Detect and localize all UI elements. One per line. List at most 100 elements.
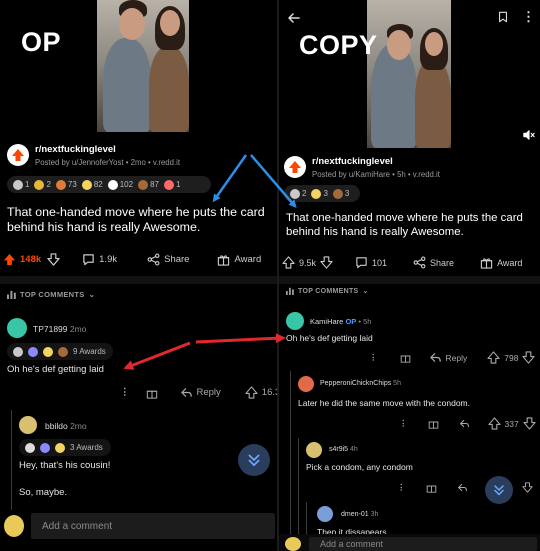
gift-icon[interactable] — [400, 352, 411, 363]
gift-icon[interactable] — [146, 387, 158, 399]
comment-author[interactable]: bbildo 2mo — [45, 421, 87, 431]
downvote-icon[interactable] — [522, 351, 536, 364]
more-options-icon[interactable]: ⋮ — [397, 482, 406, 493]
award-button[interactable]: Award — [217, 253, 261, 266]
mute-icon[interactable] — [523, 129, 535, 141]
share-label: Share — [164, 254, 190, 265]
post-title[interactable]: That one-handed move where he puts the c… — [7, 205, 273, 235]
comment-upvote-button[interactable]: 798 — [487, 351, 536, 364]
upvote-logo-icon — [289, 161, 301, 173]
subreddit-name[interactable]: r/nextfuckinglevel — [35, 144, 116, 155]
share-button[interactable]: Share — [413, 256, 454, 269]
reply-arrow-icon[interactable] — [459, 418, 470, 429]
comment-age: 5h — [393, 380, 401, 387]
downvote-button[interactable] — [47, 253, 60, 266]
avatar[interactable] — [306, 442, 322, 458]
award-label: Award — [497, 257, 523, 268]
section-separator — [279, 276, 540, 284]
comment-actions: ⋮ Reply 798 — [369, 351, 536, 364]
wholesome-award-icon — [55, 442, 65, 453]
username[interactable]: bbildo — [45, 421, 68, 431]
op-video-thumbnail[interactable] — [97, 0, 189, 132]
comment-author[interactable]: dmen-01 3h — [341, 511, 378, 518]
award-button[interactable]: Award — [480, 256, 522, 269]
downvote-button[interactable] — [320, 256, 333, 269]
comments-button[interactable]: 101 — [355, 256, 387, 269]
comment-upvote-button[interactable]: 337 — [487, 417, 536, 430]
silver-award-icon — [290, 188, 300, 199]
add-comment-input[interactable]: Add a comment — [309, 537, 537, 551]
wholesome-award-icon — [81, 179, 92, 190]
subreddit-avatar[interactable] — [7, 144, 29, 166]
username[interactable]: TP71899 — [33, 324, 68, 334]
gift-icon[interactable] — [426, 482, 437, 493]
subreddit-name[interactable]: r/nextfuckinglevel — [312, 156, 393, 167]
username[interactable]: dmen-01 — [341, 511, 369, 518]
award-count: 73 — [67, 180, 77, 189]
share-icon — [413, 256, 426, 269]
reply-button[interactable]: Reply — [429, 351, 467, 364]
comment-author[interactable]: PepperoniChicknChips 5h — [320, 380, 401, 387]
avatar[interactable] — [19, 416, 37, 434]
avatar[interactable] — [7, 318, 27, 338]
party-award-icon — [40, 442, 50, 453]
avatar[interactable] — [298, 376, 314, 392]
comment-bubble-icon — [356, 257, 367, 269]
username[interactable]: KamiHare — [310, 317, 343, 326]
user-avatar[interactable] — [285, 537, 301, 551]
scroll-down-button[interactable] — [485, 476, 513, 504]
avatar[interactable] — [286, 312, 304, 330]
awards-bar[interactable]: 1 2 73 82 102 87 1 — [7, 176, 211, 193]
user-avatar[interactable] — [4, 515, 24, 537]
post-actions: 9.5k 101 Share Award — [282, 256, 540, 269]
comment-body: Pick a condom, any condom — [306, 462, 413, 472]
reply-arrow-icon[interactable] — [457, 482, 468, 493]
comment-awards[interactable]: 9 Awards — [7, 343, 113, 360]
comment-body: Oh he's def getting laid — [286, 333, 373, 343]
back-arrow-icon[interactable] — [287, 11, 301, 25]
username[interactable]: s4r9i5 — [329, 446, 348, 453]
comment-count: 1.9k — [99, 254, 118, 265]
copy-video-thumbnail[interactable] — [367, 0, 451, 148]
avatar[interactable] — [317, 506, 333, 522]
sort-label: TOP COMMENTS — [20, 290, 85, 299]
gift-icon[interactable] — [428, 418, 439, 429]
comment-age: 3h — [370, 511, 379, 518]
downvote-icon[interactable] — [523, 417, 536, 430]
comment-author[interactable]: s4r9i5 4h — [329, 446, 358, 453]
top-comments-sort[interactable]: TOP COMMENTS ⌄ — [7, 290, 95, 299]
comment-author[interactable]: TP71899 2mo — [33, 324, 86, 334]
vote-count: 9.5k — [299, 257, 317, 268]
comment-upvote-button[interactable]: 16.3k — [245, 386, 277, 399]
upvote-button[interactable]: 148k — [3, 253, 41, 266]
more-options-icon[interactable]: ⋮ — [120, 387, 130, 398]
comment-author[interactable]: KamiHare OP • 5h — [310, 317, 371, 326]
more-options-icon[interactable]: ⋮ — [522, 9, 535, 25]
scroll-down-button[interactable] — [238, 444, 270, 476]
award-count: 3 — [323, 189, 328, 198]
wholesome-award-icon — [43, 346, 53, 357]
top-comments-sort[interactable]: TOP COMMENTS ⌄ — [286, 287, 369, 295]
vote-count: 148k — [20, 254, 42, 265]
reply-button[interactable]: Reply — [180, 386, 221, 399]
post-actions: 148k 1.9k Share Award — [3, 253, 277, 266]
more-options-icon[interactable]: ⋮ — [369, 352, 378, 363]
share-button[interactable]: Share — [147, 253, 189, 266]
more-options-icon[interactable]: ⋮ — [399, 418, 408, 429]
downvote-icon[interactable] — [521, 482, 533, 493]
add-comment-input[interactable]: Add a comment — [31, 513, 275, 539]
comments-button[interactable]: 1.9k — [82, 253, 117, 266]
upvote-button[interactable]: 9.5k — [282, 256, 316, 269]
post-title[interactable]: That one-handed move where he puts the c… — [286, 211, 538, 239]
comment-age: 2mo — [69, 324, 87, 334]
reply-arrow-icon — [429, 353, 441, 362]
bookmark-icon[interactable] — [497, 11, 509, 23]
award-count: 1 — [175, 180, 181, 189]
post-meta: Posted by u/KamiHare • 5h • v.redd.it — [312, 170, 440, 179]
gold-award-icon — [34, 179, 45, 190]
awards-bar[interactable]: 2 3 3 — [284, 185, 360, 202]
username[interactable]: PepperoniChicknChips — [320, 380, 391, 387]
comment-actions: ⋮ Reply 16.3k — [120, 386, 277, 399]
comment-awards[interactable]: 3 Awards — [19, 439, 111, 456]
subreddit-avatar[interactable] — [284, 156, 306, 178]
